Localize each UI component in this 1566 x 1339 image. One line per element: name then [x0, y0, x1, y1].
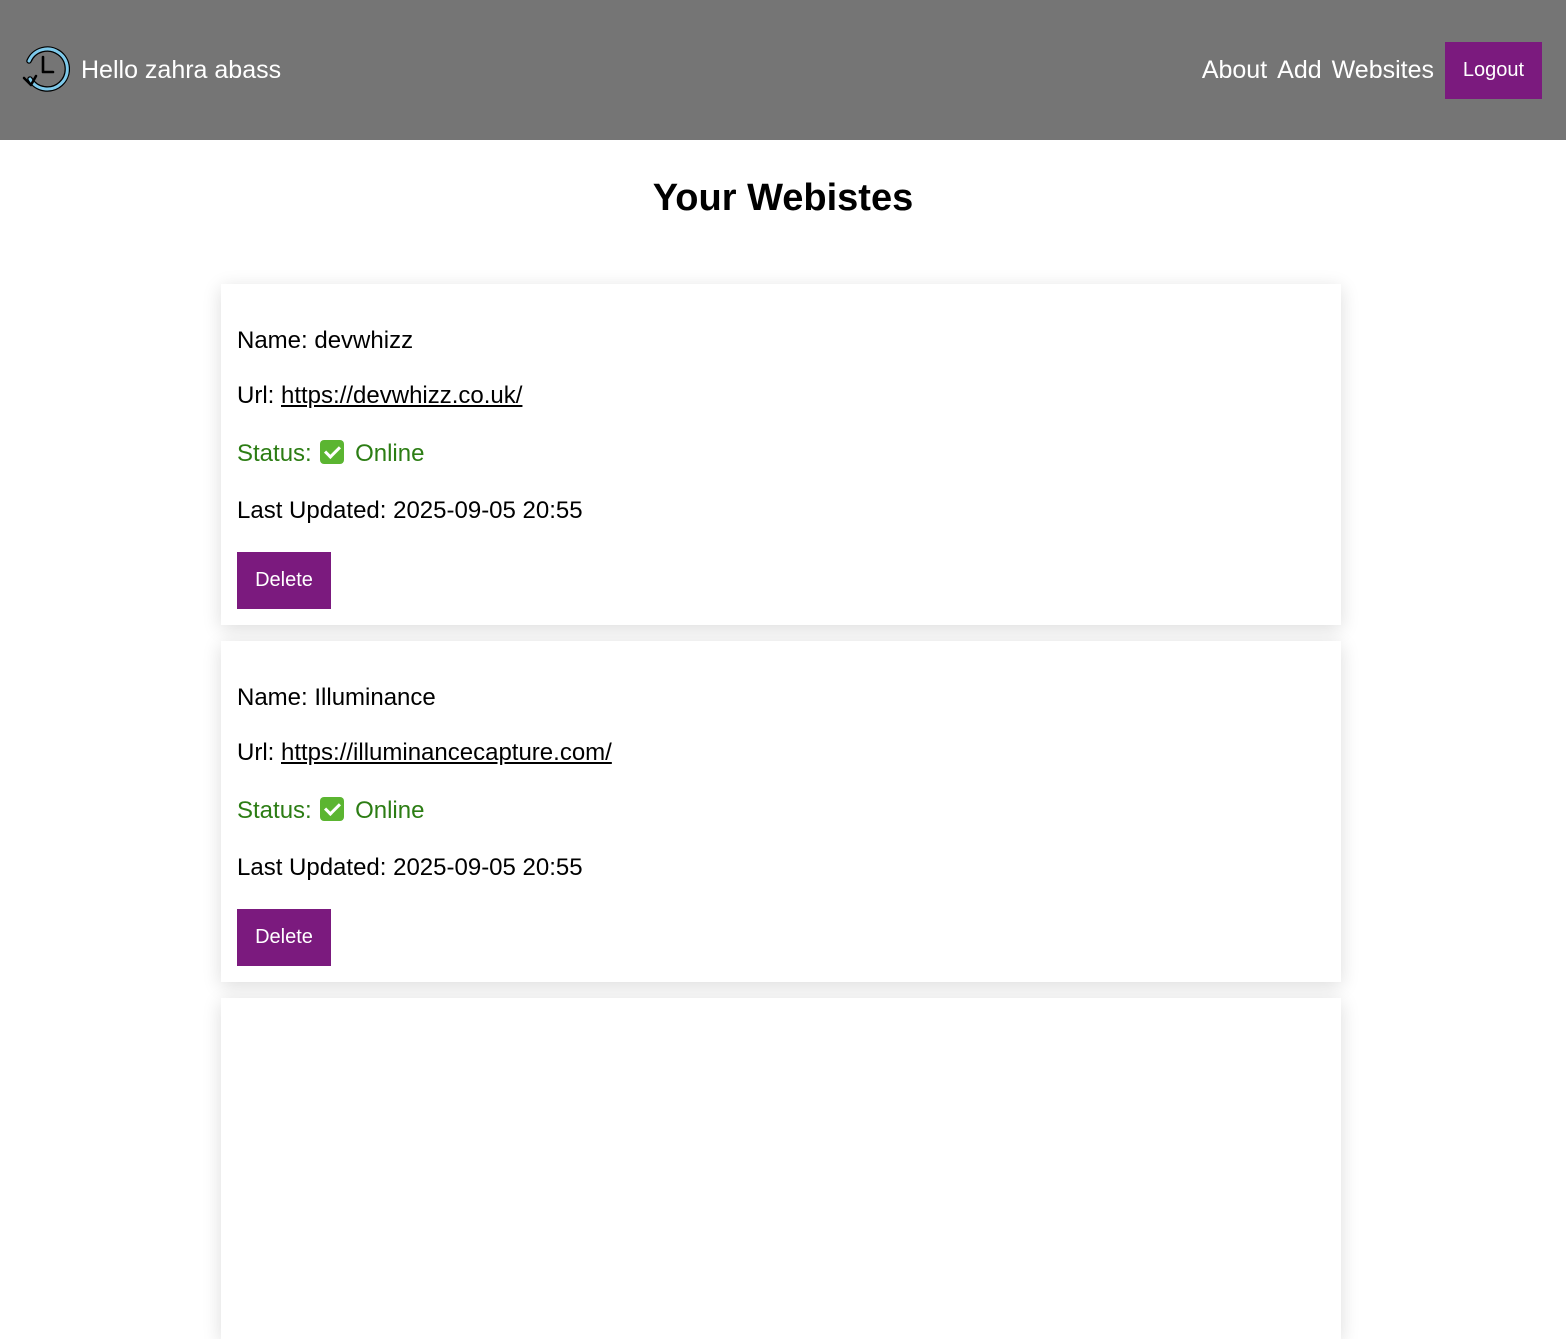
nav-brand: Hello zahra abass: [20, 45, 281, 95]
website-card: Name: devwhizz Url: https://devwhizz.co.…: [221, 284, 1341, 625]
name-label: Name:: [237, 327, 308, 354]
updated-label: Last Updated:: [237, 497, 387, 524]
updated-label: Last Updated:: [237, 854, 387, 881]
website-updated-row: Last Updated: 2025-09-05 20:55: [237, 497, 583, 525]
website-card: [221, 998, 1341, 1339]
website-url-row: Url: https://illuminancecapture.com/: [237, 739, 612, 767]
page-title: Your Webistes: [652, 177, 914, 219]
status-label: Status:: [237, 797, 312, 824]
website-card: Name: Illuminance Url: https://illuminan…: [221, 641, 1341, 982]
name-label: Name:: [237, 684, 308, 711]
check-mark-icon: [320, 440, 345, 464]
delete-button[interactable]: Delete: [237, 909, 331, 966]
nav-link-about[interactable]: About: [1202, 56, 1267, 85]
website-url-link[interactable]: https://illuminancecapture.com/: [281, 739, 612, 766]
nav-link-websites[interactable]: Websites: [1332, 56, 1434, 85]
url-label: Url:: [237, 382, 275, 409]
updated-value: 2025-09-05 20:55: [393, 497, 583, 524]
website-url-row: Url: https://devwhizz.co.uk/: [237, 382, 522, 410]
url-label: Url:: [237, 739, 275, 766]
status-value: Online: [355, 797, 425, 824]
check-mark-icon: [320, 797, 345, 821]
website-status-row: Status: Online: [237, 797, 424, 825]
nav-links: About Add Websites Logout: [1202, 41, 1542, 99]
status-label: Status:: [237, 440, 312, 467]
website-url-link[interactable]: https://devwhizz.co.uk/: [281, 382, 522, 409]
logout-button[interactable]: Logout: [1445, 41, 1542, 99]
website-name-row: Name: Illuminance: [237, 684, 436, 712]
nav-link-add[interactable]: Add: [1277, 56, 1321, 85]
website-list: Name: devwhizz Url: https://devwhizz.co.…: [221, 284, 1341, 1339]
updated-value: 2025-09-05 20:55: [393, 854, 583, 881]
website-name-row: Name: devwhizz: [237, 327, 413, 355]
status-value: Online: [355, 440, 425, 467]
website-name: devwhizz: [314, 327, 414, 354]
website-status-row: Status: Online: [237, 440, 424, 468]
website-updated-row: Last Updated: 2025-09-05 20:55: [237, 854, 583, 882]
delete-button[interactable]: Delete: [237, 552, 331, 609]
website-name: Illuminance: [314, 684, 436, 711]
navbar: Hello zahra abass About Add Websites Log…: [0, 0, 1566, 140]
history-clock-icon[interactable]: [20, 45, 71, 95]
greeting-text: Hello zahra abass: [81, 55, 282, 84]
